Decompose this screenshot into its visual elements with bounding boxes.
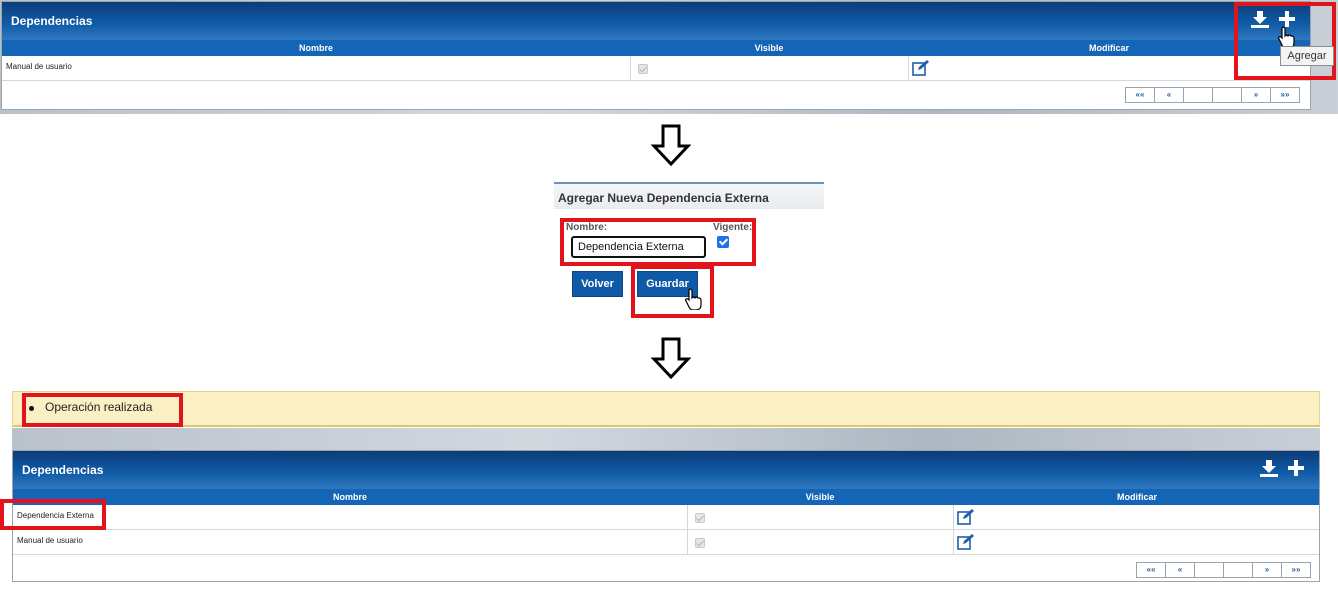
pager-next[interactable]: » [1252,562,1282,578]
highlight-new-row [0,499,106,530]
down-arrow-icon [651,337,691,379]
hand-cursor-icon [1278,26,1295,48]
panel-header: Dependencias [2,2,1310,40]
panel-header: Dependencias [13,451,1319,489]
column-modificar[interactable]: Modificar [953,489,1321,505]
column-visible[interactable]: Visible [630,40,908,56]
hand-cursor-icon [685,288,702,310]
column-nombre[interactable]: Nombre [2,40,630,56]
panel-title: Dependencias [22,463,104,477]
highlight-message [22,393,183,427]
visible-checkbox [695,538,705,548]
pager-last[interactable]: »» [1281,562,1311,578]
pagination: «« « » »» [1136,562,1311,578]
download-icon[interactable] [1259,459,1279,477]
visible-checkbox [695,513,705,523]
highlight-form-fields [560,218,756,266]
edit-icon[interactable] [912,60,930,76]
pager-first[interactable]: «« [1136,562,1166,578]
success-message-bar [12,391,1320,427]
pager-total [1223,562,1253,578]
add-icon[interactable] [1287,459,1305,477]
row-name: Manual de usuario [6,62,72,71]
edit-icon[interactable] [957,534,975,550]
back-button[interactable]: Volver [572,271,623,297]
pager-next[interactable]: » [1241,87,1271,103]
pager-page[interactable] [1194,562,1224,578]
column-visible[interactable]: Visible [687,489,953,505]
row-name: Manual de usuario [17,536,83,545]
pager-last[interactable]: »» [1270,87,1300,103]
pager-page[interactable] [1183,87,1213,103]
tooltip-agregar: Agregar [1280,46,1334,66]
table-row: Manual de usuario [13,530,1319,555]
table-row: Manual de usuario [2,56,1310,81]
top-dependencias-panel: Dependencias Nombre Visible Modificar Ma… [1,1,1311,110]
pager-first[interactable]: «« [1125,87,1155,103]
bottom-background [12,428,1320,450]
edit-icon[interactable] [957,509,975,525]
form-title: Agregar Nueva Dependencia Externa [554,182,824,209]
table-column-header: Nombre Visible Modificar [13,489,1319,505]
column-nombre[interactable]: Nombre [13,489,687,505]
visible-checkbox [638,64,648,74]
pager-total [1212,87,1242,103]
table-row: Dependencia Externa [13,505,1319,530]
table-column-header: Nombre Visible Modificar [2,40,1310,56]
bottom-dependencias-panel: Dependencias Nombre Visible Modificar De… [12,450,1320,582]
down-arrow-icon [651,124,691,166]
pager-prev[interactable]: « [1154,87,1184,103]
pager-prev[interactable]: « [1165,562,1195,578]
pagination: «« « » »» [1125,87,1300,103]
panel-title: Dependencias [11,14,93,28]
